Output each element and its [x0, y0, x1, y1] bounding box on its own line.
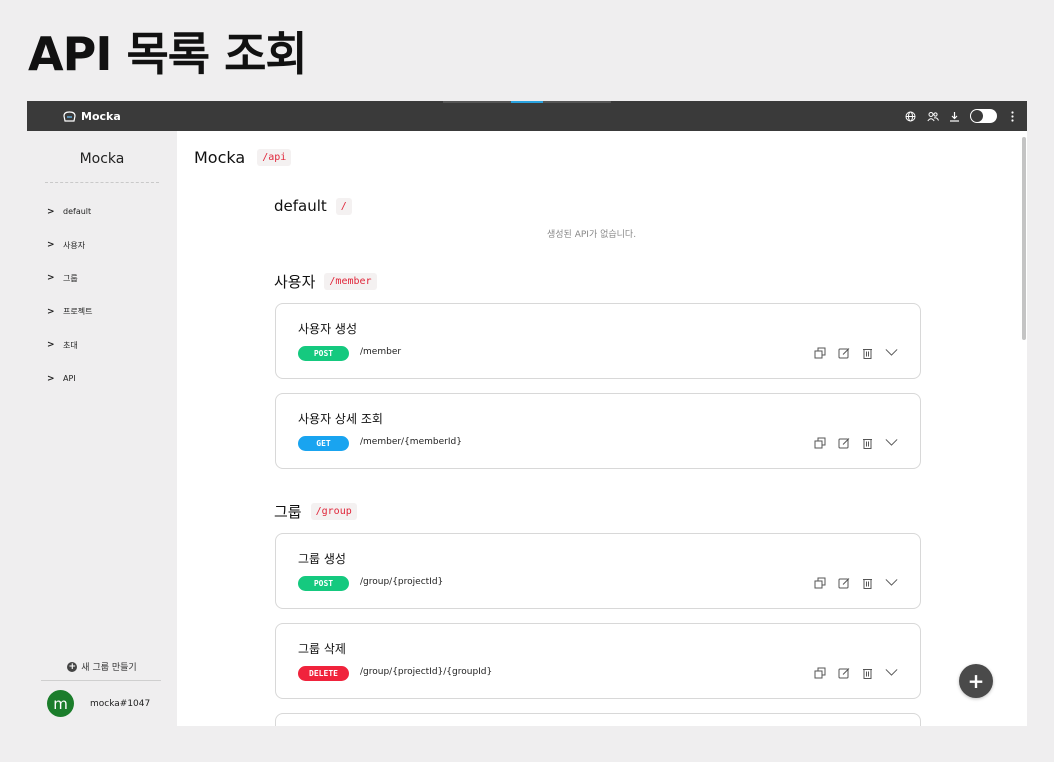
chevron-right-icon: >: [47, 273, 55, 284]
copy-icon[interactable]: [813, 666, 826, 679]
download-icon[interactable]: [948, 110, 961, 123]
main-content: Mocka /api default / 생성된 API가 없습니다. 사용자 …: [177, 131, 1027, 726]
api-actions: [813, 436, 898, 449]
brand[interactable]: Mocka: [63, 110, 121, 123]
edit-icon[interactable]: [837, 436, 850, 449]
sidebar-item-member[interactable]: > 사용자: [47, 228, 92, 261]
edit-icon[interactable]: [837, 576, 850, 589]
api-actions: [813, 576, 898, 589]
api-title: 그룹 생성: [298, 552, 346, 566]
toggle-knob: [971, 110, 983, 122]
top-icons: [904, 101, 1019, 131]
trash-icon[interactable]: [861, 576, 874, 589]
api-card[interactable]: 그룹 삭제 DELETE /group/{projectId}/{groupId…: [275, 623, 921, 699]
api-path: /group/{projectId}/{groupId}: [360, 667, 493, 677]
add-api-button[interactable]: +: [959, 664, 993, 698]
chevron-down-icon[interactable]: [885, 346, 898, 359]
copy-icon[interactable]: [813, 576, 826, 589]
edit-icon[interactable]: [837, 666, 850, 679]
sidebar-title: Mocka: [79, 151, 125, 167]
group-header-member: 사용자 /member: [274, 271, 377, 292]
api-actions: [813, 666, 898, 679]
sidebar-divider: [45, 182, 159, 183]
brand-name: Mocka: [81, 109, 121, 123]
api-title: 사용자 생성: [298, 322, 358, 336]
theme-toggle[interactable]: [970, 109, 997, 123]
group-name: 사용자: [274, 273, 316, 291]
chevron-down-icon[interactable]: [885, 576, 898, 589]
api-path: /group/{projectId}: [360, 577, 444, 587]
copy-icon[interactable]: [813, 346, 826, 359]
app-window: Mocka Mocka > default > 사용자 > 그룹 > 프로젝트 > 초대 …: [27, 101, 1027, 726]
mocka-logo-icon: [63, 110, 76, 122]
tab-strip: [443, 101, 611, 103]
trash-icon[interactable]: [861, 666, 874, 679]
api-path: /member: [360, 347, 402, 357]
users-icon[interactable]: [926, 110, 939, 123]
method-badge: POST: [298, 346, 349, 361]
api-card[interactable]: 사용자 상세 조회 GET /member/{memberId}: [275, 393, 921, 469]
group-header-group: 그룹 /group: [274, 501, 357, 522]
api-path: /member/{memberId}: [360, 437, 462, 447]
trash-icon[interactable]: [861, 346, 874, 359]
sidebar-item-label: default: [63, 207, 92, 217]
group-path-tag: /member: [324, 273, 377, 290]
sidebar-item-label: 프로젝트: [63, 307, 93, 317]
sidebar-item-invite[interactable]: > 초대: [47, 329, 92, 362]
project-header: Mocka /api: [194, 148, 292, 167]
tab-strip-active: [511, 101, 543, 103]
sidebar-item-label: 초대: [63, 340, 78, 350]
empty-message: 생성된 API가 없습니다.: [547, 230, 637, 240]
edit-icon[interactable]: [837, 346, 850, 359]
chevron-right-icon: >: [47, 373, 55, 384]
trash-icon[interactable]: [861, 436, 874, 449]
sidebar-item-group[interactable]: > 그룹: [47, 262, 92, 295]
sidebar-item-label: 사용자: [63, 240, 86, 250]
method-badge: POST: [298, 576, 349, 591]
api-card-partial[interactable]: [275, 713, 921, 726]
avatar: m: [47, 690, 74, 717]
chevron-right-icon: >: [47, 306, 55, 317]
api-card[interactable]: 그룹 생성 POST /group/{projectId}: [275, 533, 921, 609]
method-badge: GET: [298, 436, 349, 451]
api-title: 그룹 삭제: [298, 642, 346, 656]
group-header-default: default /: [274, 197, 352, 215]
project-name: Mocka: [194, 148, 246, 167]
project-path-tag: /api: [257, 149, 292, 166]
sidebar-list: > default > 사용자 > 그룹 > 프로젝트 > 초대 > API: [47, 195, 92, 395]
method-badge: DELETE: [298, 666, 349, 681]
api-title: 사용자 상세 조회: [298, 412, 383, 426]
copy-icon[interactable]: [813, 436, 826, 449]
sidebar-divider: [41, 680, 161, 681]
scrollbar[interactable]: [1022, 137, 1026, 340]
sidebar-item-label: API: [63, 374, 76, 384]
api-actions: [813, 346, 898, 359]
top-bar: Mocka: [27, 101, 1027, 131]
new-group-label: 새 그룹 만들기: [81, 663, 137, 673]
plus-circle-icon: +: [67, 661, 78, 672]
page-heading: API 목록 조회: [28, 27, 308, 81]
new-group-button[interactable]: + 새 그룹 만들기: [27, 660, 177, 673]
chevron-right-icon: >: [47, 240, 55, 251]
group-name: 그룹: [274, 503, 302, 521]
sidebar-item-api[interactable]: > API: [47, 362, 92, 395]
chevron-down-icon[interactable]: [885, 666, 898, 679]
more-vertical-icon[interactable]: [1006, 110, 1019, 123]
globe-icon[interactable]: [904, 110, 917, 123]
sidebar-item-project[interactable]: > 프로젝트: [47, 295, 92, 328]
group-name: default: [274, 197, 327, 215]
sidebar: Mocka > default > 사용자 > 그룹 > 프로젝트 > 초대 > API +…: [27, 131, 177, 726]
group-path-tag: /: [335, 197, 352, 215]
chevron-down-icon[interactable]: [885, 436, 898, 449]
username: mocka#1047: [90, 698, 151, 709]
chevron-right-icon: >: [47, 206, 55, 217]
chevron-right-icon: >: [47, 340, 55, 351]
api-card[interactable]: 사용자 생성 POST /member: [275, 303, 921, 379]
user-profile[interactable]: m mocka#1047: [47, 690, 150, 717]
group-path-tag: /group: [310, 503, 357, 520]
sidebar-item-default[interactable]: > default: [47, 195, 92, 228]
sidebar-item-label: 그룹: [63, 273, 78, 283]
